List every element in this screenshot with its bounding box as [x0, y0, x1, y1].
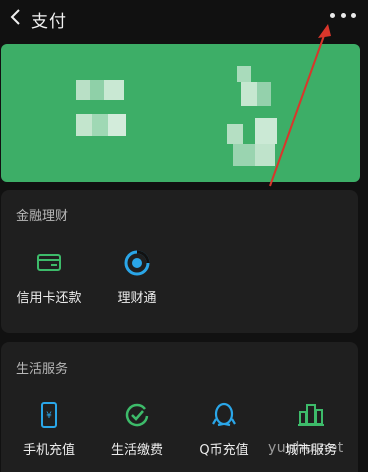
penguin-icon — [207, 398, 241, 432]
bill-payment-icon — [120, 398, 154, 432]
phone-recharge-button[interactable]: ¥ 手机充值 — [7, 398, 91, 458]
licaitong-button[interactable]: 理财通 — [95, 246, 179, 306]
bill-payment-label: 生活缴费 — [110, 443, 163, 458]
licaitong-icon — [120, 246, 154, 280]
phone-recharge-label: 手机充值 — [22, 443, 75, 458]
finance-panel: 金融理财 信用卡还款 理财通 — [1, 190, 358, 333]
qcoin-recharge-label: Q币充值 — [199, 443, 249, 458]
svg-text:¥: ¥ — [46, 411, 52, 421]
page-title: 支付 — [31, 12, 67, 32]
licaitong-label: 理财通 — [117, 291, 157, 306]
more-options-button[interactable] — [330, 8, 356, 22]
phone-recharge-icon: ¥ — [32, 398, 66, 432]
more-dots-icon — [330, 12, 335, 18]
city-services-icon — [294, 398, 328, 432]
pixelated-money-left — [76, 80, 128, 138]
pixelated-money-right — [227, 66, 287, 170]
watermark: yunhu.net — [268, 440, 344, 456]
top-bar: 支付 — [0, 0, 368, 36]
credit-card-repay-button[interactable]: 信用卡还款 — [7, 246, 91, 306]
section-title-finance: 金融理财 — [16, 209, 69, 224]
section-title-life: 生活服务 — [16, 362, 69, 377]
back-button[interactable] — [6, 6, 26, 28]
wallet-card[interactable] — [1, 44, 360, 182]
credit-card-repay-label: 信用卡还款 — [16, 291, 82, 306]
qcoin-recharge-button[interactable]: Q币充值 — [182, 398, 266, 458]
chevron-left-icon — [10, 9, 20, 25]
bill-payment-button[interactable]: 生活缴费 — [95, 398, 179, 458]
credit-card-icon — [32, 246, 66, 280]
